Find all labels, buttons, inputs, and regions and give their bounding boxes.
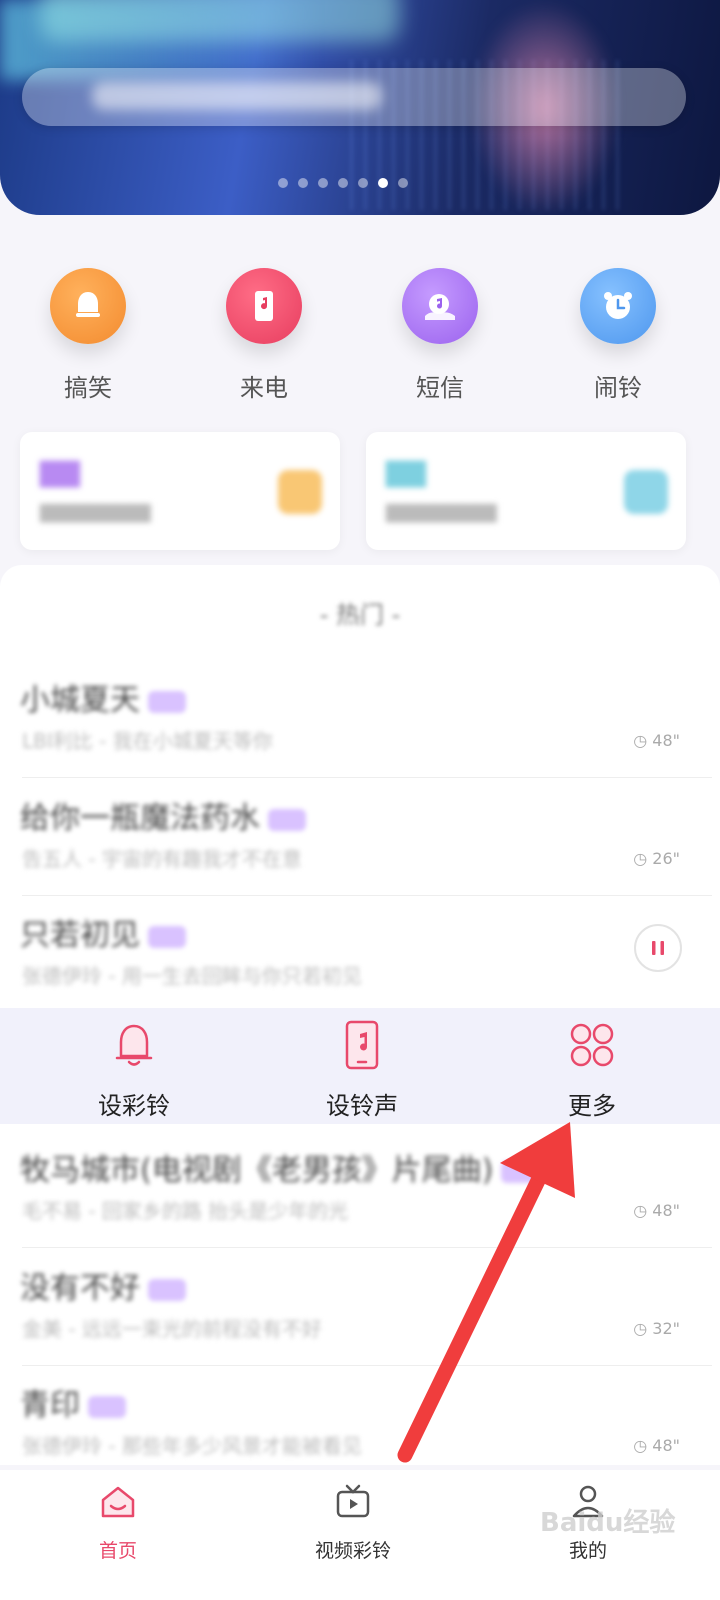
pause-icon [652,941,664,955]
category-label: 搞笑 [64,374,112,402]
alarm-clock-icon [580,268,656,344]
nav-label: 视频彩铃 [314,1540,391,1562]
category-label: 闹铃 [594,374,642,402]
nav-video-ringtone[interactable]: 视频彩铃 [253,1480,453,1563]
song-title: 只若初见 [20,918,140,953]
song-title: 没有不好 [20,1271,140,1306]
action-label: 设铃声 [326,1092,398,1120]
phone-music-icon [226,268,302,344]
song-duration: 32" [652,1319,680,1338]
card-subtitle-blurred: ▇▇▇▇▇▇▇▇ [40,502,151,523]
song-tag [88,1395,126,1418]
song-duration: 48" [652,1201,680,1220]
ringtone-action-bar: 设彩铃 设铃声 更多 [0,1008,720,1124]
bell-icon [50,268,126,344]
song-subtitle: 张德伊玲 - 那些年多少风景才能被看见 [22,1434,362,1458]
more-circles-icon [570,1023,614,1067]
clock-icon: ◷ [633,731,653,750]
song-tag [148,925,186,948]
divider [22,1247,712,1248]
song-subtitle: 告五人 - 宇宙的有趣我才不在意 [22,847,302,871]
song-title: 小城夏天 [20,683,140,718]
search-placeholder-blurred [92,82,382,110]
song-title: 给你一瓶魔法药水 [20,801,260,836]
page-dot [278,178,288,188]
video-tv-icon [336,1484,370,1518]
clock-icon: ◷ [633,1201,653,1220]
song-subtitle: 张德伊玲 - 用一生去回眸与你只若初见 [22,964,362,988]
banner-title-blurred [40,0,400,42]
category-label: 来电 [240,374,288,402]
category-alarm[interactable]: 闹铃 [553,268,683,403]
clock-icon: ◷ [633,1319,653,1338]
song-duration: 48" [652,731,680,750]
category-label: 短信 [416,374,464,402]
nav-home[interactable]: 首页 [18,1480,218,1563]
ranking-card[interactable]: ▇▇ ▇▇▇▇▇▇▇▇ [20,432,340,550]
clock-icon: ◷ [633,849,653,868]
card-title-blurred: ▇▇ [386,458,426,488]
card-subtitle-blurred: ▇▇▇▇▇▇▇▇ [386,502,497,523]
phone-music-outline-icon [345,1020,379,1070]
divider [22,895,712,896]
page-dot [398,178,408,188]
clock-icon: ◷ [633,1436,653,1455]
category-grid-icon [624,470,668,514]
divider [22,777,712,778]
song-subtitle: 毛不易 - 回家乡的路 抬头是少年的光 [22,1199,349,1223]
search-bar[interactable] [22,68,686,126]
song-title: 牧马城市(电视剧《老男孩》片尾曲) [20,1153,494,1188]
category-card[interactable]: ▇▇ ▇▇▇▇▇▇▇▇ [366,432,686,550]
song-tag [501,1160,540,1183]
category-sms[interactable]: 短信 [375,268,505,403]
pause-button[interactable] [634,924,682,972]
page-dot [318,178,328,188]
nav-label: 首页 [98,1540,137,1562]
song-tag [148,1278,186,1301]
banner-page-indicator [278,178,408,190]
ranking-icon [278,470,322,514]
song-tag [268,808,306,831]
page-dot-active [378,178,388,188]
more-button[interactable]: 更多 [502,1020,682,1121]
category-incoming-call[interactable]: 来电 [199,268,329,403]
section-title: - 热门 - [319,601,401,629]
song-title: 青印 [20,1388,80,1423]
set-ringtone-button[interactable]: 设铃声 [272,1020,452,1121]
card-title-blurred: ▇▇ [40,458,80,488]
action-label: 更多 [568,1092,616,1120]
nav-label: 我的 [568,1540,607,1562]
watermark: Baidu经验 [540,1508,676,1538]
home-icon [101,1486,135,1518]
music-cloud-icon [402,268,478,344]
set-caller-ringtone-button[interactable]: 设彩铃 [44,1020,224,1121]
divider [22,1365,712,1366]
action-label: 设彩铃 [98,1092,170,1120]
promo-banner[interactable] [0,0,720,215]
page-dot [338,178,348,188]
category-funny[interactable]: 搞笑 [23,268,153,403]
song-subtitle: LBI利比 - 我在小城夏天等你 [22,729,273,753]
bell-outline-icon [115,1024,153,1066]
song-duration: 48" [652,1436,680,1455]
page-dot [298,178,308,188]
song-subtitle: 金美 - 远远一束光的前程没有不好 [22,1317,322,1341]
song-duration: 26" [652,849,680,868]
page-dot [358,178,368,188]
song-tag [148,690,186,713]
